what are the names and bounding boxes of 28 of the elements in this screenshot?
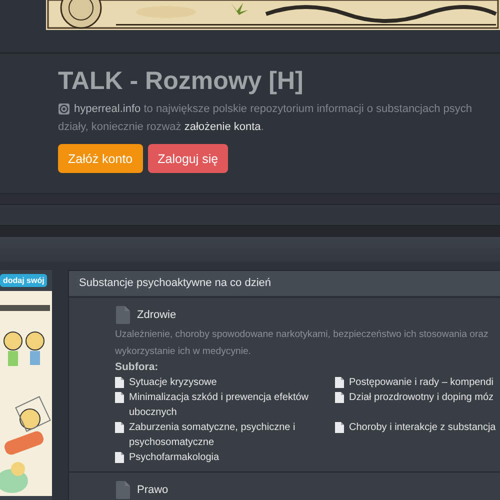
document-icon bbox=[115, 305, 131, 325]
forum-description: wykorzystanie ich w medycynie. bbox=[115, 345, 252, 359]
forum-description: Uzależnienie, choroby spowodowane narkotykami, bezpieczeństwo ich stosowania oraz bbox=[115, 328, 490, 342]
forum-title[interactable]: Zdrowie bbox=[137, 309, 176, 321]
page-title: TALK - Rozmowy [H] bbox=[58, 66, 304, 96]
subforum-link[interactable]: Dział prozdrowotny i doping móz bbox=[349, 390, 494, 405]
signup-link[interactable]: założenie konta bbox=[184, 121, 261, 133]
subforum-link[interactable]: Psychofarmakologia bbox=[129, 450, 220, 465]
subforums-label: Subfora: bbox=[115, 360, 160, 375]
intro-text: działy, koniecznie rozważ założenie konta. bbox=[58, 120, 265, 135]
document-icon bbox=[115, 480, 131, 500]
subforum-link[interactable]: Minimalizacja szkód i prewencja efektów ubocznych bbox=[129, 390, 335, 420]
intro-text: hyperreal.info to największe polskie repozytorium informacji o substancjach psych bbox=[74, 102, 472, 114]
category-header: Substancje psychoaktywne na co dzień bbox=[69, 271, 500, 298]
page-icon bbox=[335, 377, 344, 388]
subforum-link[interactable]: Sytuacje kryzysowe bbox=[129, 375, 217, 390]
page-icon bbox=[115, 392, 124, 403]
subforum-link[interactable]: Choroby i interakcje z substancja bbox=[349, 420, 496, 435]
page-icon bbox=[115, 377, 124, 388]
subforum-link[interactable]: Postępowanie i rady – kompendi bbox=[349, 375, 494, 390]
page-icon bbox=[115, 422, 124, 433]
login-button[interactable]: Zaloguj się bbox=[148, 144, 228, 173]
page-icon bbox=[335, 422, 344, 433]
subforum-link[interactable]: Zaburzenia somatyczne, psychiczne i psychosomatyczne bbox=[129, 420, 335, 450]
page-icon bbox=[335, 392, 344, 403]
forum-title[interactable]: Prawo bbox=[137, 484, 168, 496]
page-icon bbox=[115, 452, 124, 463]
logo-icon bbox=[58, 102, 70, 114]
